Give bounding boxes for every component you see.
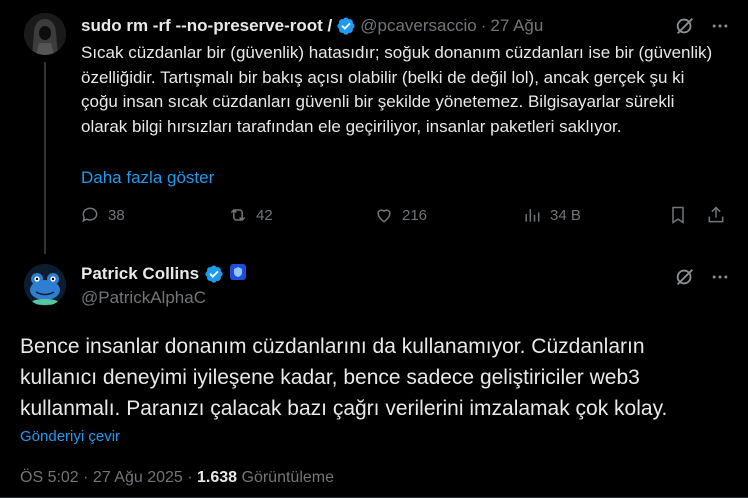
repost-count: 42 <box>256 206 273 224</box>
frog-avatar-icon <box>24 264 66 306</box>
thread-line <box>44 62 46 254</box>
views-count: 34 B <box>550 206 581 224</box>
more-icon[interactable] <box>710 16 730 41</box>
analytics-icon <box>525 209 540 222</box>
tweet-date[interactable]: 27 Ağu <box>490 16 543 36</box>
verified-badge-icon[interactable] <box>204 264 224 284</box>
views-button[interactable]: 34 B <box>522 205 581 225</box>
like-button[interactable]: 216 <box>374 205 427 225</box>
more-icon[interactable] <box>710 267 730 292</box>
grok-icon[interactable] <box>674 266 696 293</box>
heart-icon <box>377 209 391 223</box>
avatar[interactable] <box>24 13 66 55</box>
author-name[interactable]: Patrick Collins <box>81 264 199 284</box>
tweet-text: Bence insanlar donanım cüzdanlarını da k… <box>20 335 668 420</box>
share-button[interactable] <box>706 205 726 225</box>
author-handle[interactable]: @PatrickAlphaC <box>81 288 206 308</box>
reply-icon <box>82 207 98 223</box>
hooded-figure-icon <box>24 13 66 55</box>
view-label: Görüntüleme <box>237 469 335 486</box>
avatar[interactable] <box>24 264 66 306</box>
bookmark-button[interactable] <box>668 205 688 225</box>
author-name[interactable]: sudo rm -rf --no-preserve-root / <box>81 16 332 36</box>
tweet-meta: ÖS 5:02 · 27 Ağu 2025 · 1.638 Görüntülem… <box>20 469 334 487</box>
reply-top-actions <box>674 266 730 293</box>
show-more-link[interactable]: Daha fazla göster <box>81 168 214 188</box>
reply-button[interactable]: 38 <box>80 205 125 225</box>
author-handle[interactable]: @pcaversaccio <box>360 16 476 36</box>
tweet-actions: 38 42 216 34 B <box>78 205 730 235</box>
translate-link[interactable]: Gönderiyi çevir <box>20 428 120 445</box>
repost-icon <box>230 208 246 222</box>
share-icon <box>708 206 724 223</box>
like-count: 216 <box>402 206 428 224</box>
view-count: 1.638 <box>197 469 238 486</box>
reply-count: 38 <box>108 206 125 224</box>
verified-badge-icon[interactable] <box>336 16 356 36</box>
tweet-text: Sıcak cüzdanlar bir (güvenlik) hatasıdır… <box>81 43 713 136</box>
repost-button[interactable]: 42 <box>228 205 273 225</box>
parent-top-actions <box>674 15 730 42</box>
bookmark-icon <box>672 206 684 224</box>
parent-header: sudo rm -rf --no-preserve-root / @pcaver… <box>81 16 544 36</box>
timestamp[interactable]: ÖS 5:02 · 27 Ağu 2025 · <box>20 469 197 486</box>
affiliate-badge-icon[interactable] <box>229 263 247 286</box>
reply-author-header: Patrick Collins <box>81 263 247 286</box>
grok-icon[interactable] <box>674 15 696 42</box>
